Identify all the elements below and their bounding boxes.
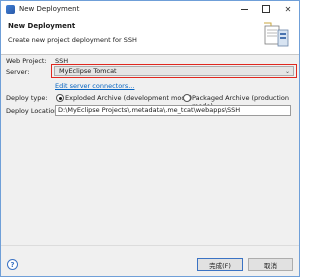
edit-server-connectors-link[interactable]: Edit server connectors...	[55, 82, 134, 90]
banner-title: New Deployment	[8, 22, 76, 30]
window-controls: ✕	[233, 1, 299, 17]
maximize-button[interactable]	[255, 1, 277, 17]
deploy-location-label: Deploy Location:	[6, 107, 61, 115]
packaged-archive-radio[interactable]	[183, 94, 191, 102]
footer-divider	[1, 245, 299, 246]
close-button[interactable]: ✕	[277, 1, 299, 17]
title-bar: New Deployment ✕	[1, 1, 299, 17]
deploy-location-field[interactable]: D:\MyEclipse Projects\.metadata\.me_tcat…	[55, 105, 291, 116]
finish-button[interactable]: 完成(F)	[197, 258, 243, 271]
cancel-button[interactable]: 取消	[248, 258, 293, 271]
server-label: Server:	[6, 68, 30, 76]
wizard-banner: New Deployment Create new project deploy…	[1, 17, 299, 55]
banner-description: Create new project deployment for SSH	[8, 36, 137, 44]
server-dropdown[interactable]: MyEclipse Tomcat ⌄	[54, 66, 294, 76]
close-icon: ✕	[284, 4, 292, 14]
new-deployment-dialog: New Deployment ✕ New Deployment Create n…	[0, 0, 300, 277]
server-selected-value: MyEclipse Tomcat	[59, 67, 117, 75]
exploded-archive-radio[interactable]	[56, 94, 64, 102]
app-icon	[6, 4, 15, 14]
deploy-type-label: Deploy type:	[6, 94, 48, 102]
web-project-label: Web Project:	[6, 57, 47, 65]
minimize-icon	[240, 8, 248, 10]
help-icon[interactable]: ?	[7, 259, 18, 270]
window-title: New Deployment	[19, 5, 80, 13]
maximize-icon	[262, 5, 270, 13]
minimize-button[interactable]	[233, 1, 255, 17]
deployment-wizard-icon	[264, 22, 289, 47]
server-highlight: MyEclipse Tomcat ⌄	[51, 64, 297, 78]
chevron-down-icon: ⌄	[284, 68, 290, 75]
exploded-archive-label[interactable]: Exploded Archive (development mode)	[65, 94, 192, 102]
